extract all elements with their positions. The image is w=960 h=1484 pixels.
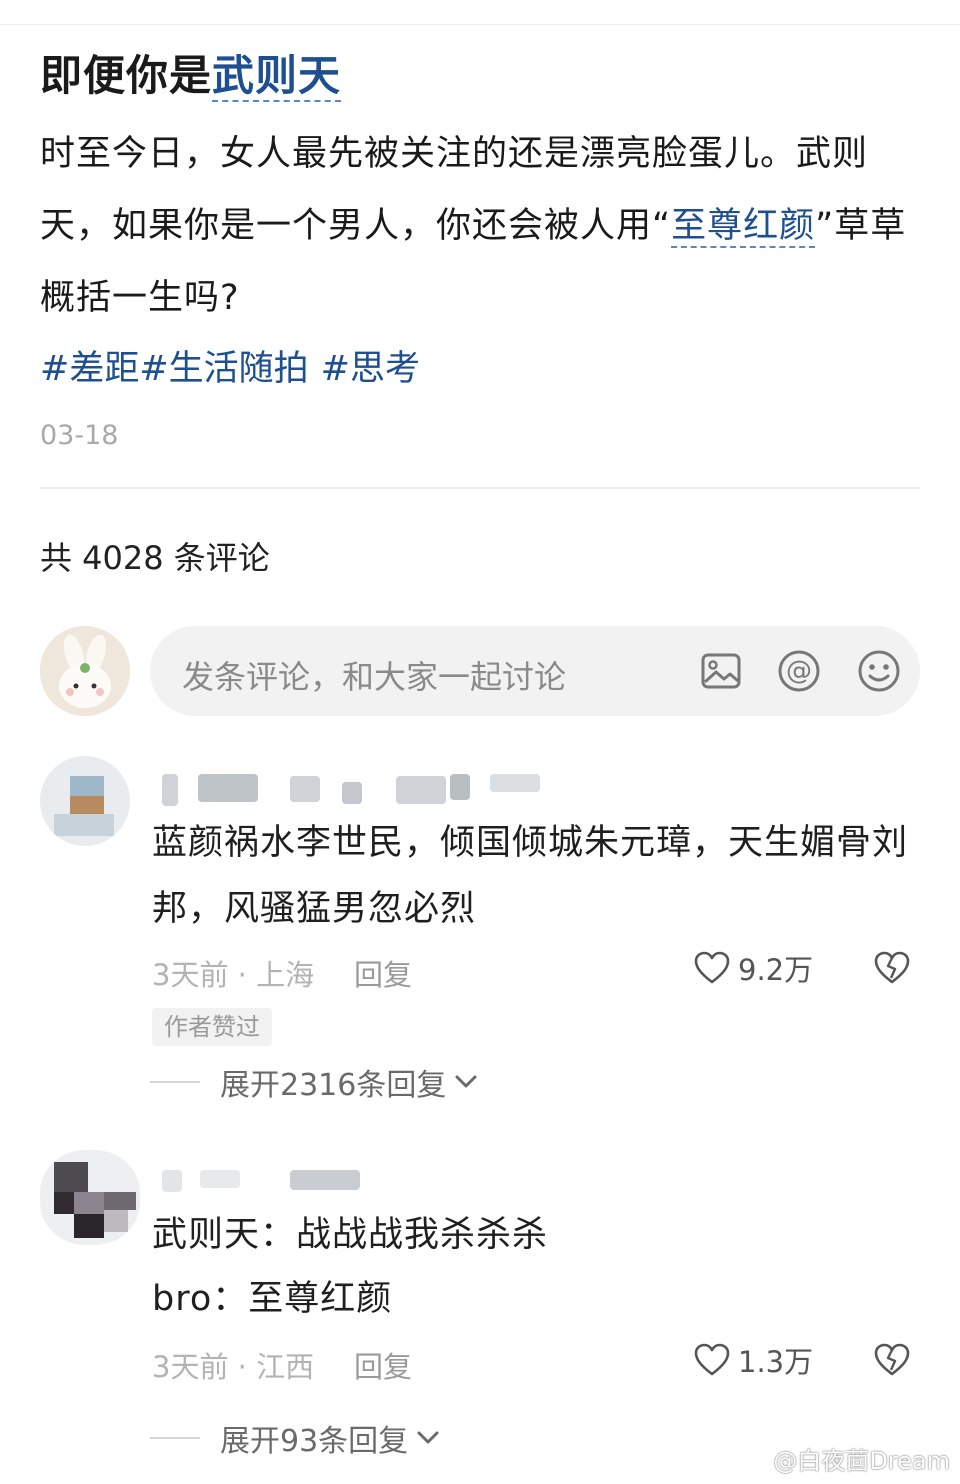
author-liked-badge: 作者赞过 — [152, 1008, 272, 1046]
comment-time-location: 3天前 · 上海 — [152, 958, 315, 992]
heart-icon — [694, 951, 730, 984]
expand-replies-label: 展开93条回复 — [220, 1424, 409, 1459]
like-button[interactable]: 9.2万 — [692, 948, 813, 988]
expand-divider-line — [150, 1081, 200, 1083]
broken-heart-icon[interactable] — [872, 1340, 912, 1380]
commenter-avatar-blurred[interactable] — [40, 1150, 140, 1245]
body-keyword-link[interactable]: 至尊红颜 — [671, 206, 816, 248]
commenter-avatar-blurred[interactable] — [40, 756, 130, 846]
expand-replies-label: 展开2316条回复 — [220, 1068, 447, 1103]
post-body: 时至今日，女人最先被关注的还是漂亮脸蛋儿。武则天，如果你是一个男人，你还会被人用… — [40, 118, 920, 334]
post-date: 03-18 — [40, 420, 119, 451]
top-divider — [0, 24, 960, 25]
broken-heart-icon[interactable] — [872, 948, 912, 988]
my-avatar[interactable] — [40, 626, 130, 716]
heart-icon — [694, 1343, 730, 1376]
like-count: 1.3万 — [738, 1345, 814, 1379]
post-tags: #差距#生活随拍 #思考 — [40, 340, 420, 391]
tag-link-life[interactable]: #生活随拍 — [139, 349, 308, 389]
tag-link-think[interactable]: #思考 — [321, 349, 420, 389]
comment-time-location: 3天前 · 江西 — [152, 1350, 315, 1384]
tag-link-gap[interactable]: #差距 — [40, 349, 139, 389]
comment-input[interactable]: 发条评论，和大家一起讨论 @ — [150, 626, 920, 716]
chevron-down-icon — [455, 1075, 477, 1088]
chevron-down-icon — [417, 1431, 439, 1444]
comment-text: 蓝颜祸水李世民，倾国倾城朱元璋，天生媚骨刘邦，风骚猛男忽必烈 — [152, 823, 909, 929]
weibo-watermark: @白夜茴Dream — [773, 1447, 950, 1475]
image-icon[interactable] — [698, 648, 744, 694]
comment-count: 共 4028 条评论 — [40, 539, 270, 577]
like-count: 9.2万 — [738, 953, 814, 987]
reply-button[interactable]: 回复 — [354, 1344, 412, 1386]
reply-button[interactable]: 回复 — [354, 952, 412, 994]
expand-replies-button[interactable]: 展开2316条回复 — [150, 1060, 480, 1104]
svg-text:@: @ — [786, 656, 812, 686]
bunny-avatar-icon — [40, 626, 130, 716]
comment-input-placeholder: 发条评论，和大家一起讨论 — [182, 658, 567, 696]
expand-replies-button[interactable]: 展开93条回复 — [150, 1416, 442, 1460]
title-keyword-link[interactable]: 武则天 — [212, 51, 342, 102]
at-icon[interactable]: @ — [776, 648, 822, 694]
like-button[interactable]: 1.3万 — [692, 1340, 813, 1380]
comment-text-line1: 武则天：战战战我杀杀杀 — [152, 1215, 549, 1255]
comment-text-line2: bro：至尊红颜 — [152, 1279, 393, 1319]
expand-divider-line — [150, 1437, 200, 1439]
title-prefix: 即便你是 — [40, 51, 213, 100]
post-title: 即便你是武则天 — [40, 42, 342, 103]
section-divider — [40, 487, 920, 489]
emoji-icon[interactable] — [856, 648, 902, 694]
